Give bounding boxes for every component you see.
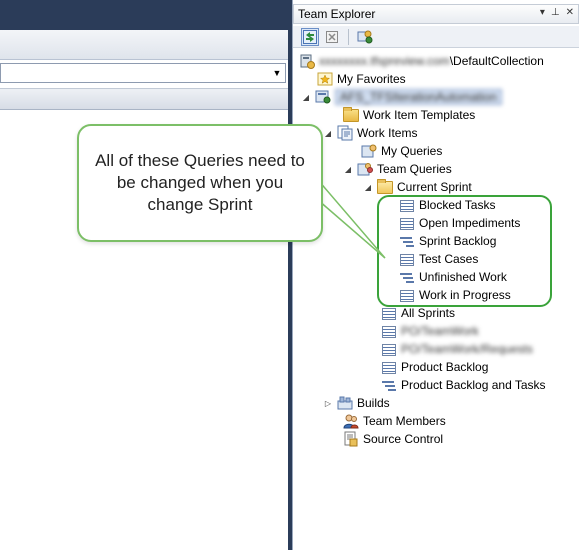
tree-node-server[interactable]: xxxxxxxx.tfspreview.com \DefaultCollecti…	[299, 52, 544, 70]
tree-label: My Queries	[381, 144, 443, 158]
star-icon	[317, 72, 333, 86]
tree-node-product-backlog[interactable]: Product Backlog	[381, 358, 488, 376]
tree-node-current-sprint[interactable]: ◢ Current Sprint	[363, 178, 472, 196]
editor-pane: ▼	[0, 0, 288, 550]
tree-node-my-queries[interactable]: My Queries	[361, 142, 442, 160]
builds-icon	[337, 396, 353, 410]
team-members-icon	[343, 414, 359, 429]
work-items-icon	[337, 125, 353, 141]
close-icon[interactable]: ✕	[566, 7, 574, 18]
connect-button[interactable]	[356, 28, 374, 46]
server-name-blurred: xxxxxxxx.tfspreview.com	[319, 54, 450, 68]
server-icon	[300, 54, 315, 69]
toolbar-separator	[348, 28, 349, 45]
callout-bubble: All of these Queries need to be changed …	[77, 124, 323, 242]
tree-node-builds[interactable]: ▷ Builds	[323, 394, 390, 412]
project-name-blurred: AFS_TFSIterationAutomation	[335, 89, 502, 105]
tree-node-work-items[interactable]: ◢ Work Items	[323, 124, 417, 142]
dropdown-icon[interactable]: ▾	[540, 7, 545, 18]
tree-query-icon	[382, 380, 396, 392]
tree-node-team-project[interactable]: ◢ AFS_TFSIterationAutomation	[301, 88, 502, 106]
panel-title: Team Explorer	[298, 7, 376, 21]
stop-button[interactable]	[323, 28, 341, 46]
chevron-down-icon[interactable]: ▼	[269, 64, 285, 82]
refresh-icon	[303, 29, 317, 44]
callout-text: All of these Queries need to be changed …	[95, 151, 305, 214]
editor-dark-strip	[0, 0, 288, 30]
team-queries-icon	[357, 163, 373, 176]
tree-node-blurred-query[interactable]: PO/TeamWork/Requests	[381, 340, 533, 358]
team-explorer-title-bar: Team Explorer ▾ ⊥ ✕	[293, 4, 579, 24]
source-control-icon	[344, 431, 358, 447]
collapse-arrow-icon[interactable]: ◢	[363, 183, 373, 192]
team-project-icon	[315, 90, 331, 104]
editor-tab-bar	[0, 30, 288, 60]
flat-query-icon	[382, 326, 396, 338]
pin-icon[interactable]: ⊥	[551, 7, 560, 18]
collapse-arrow-icon[interactable]: ◢	[323, 129, 333, 138]
collection-label: \DefaultCollection	[449, 54, 544, 68]
tree-node-team-queries[interactable]: ◢ Team Queries	[343, 160, 452, 178]
collapse-arrow-icon[interactable]: ◢	[301, 93, 311, 102]
folder-open-icon	[377, 178, 393, 194]
tree-label: Product Backlog	[401, 360, 489, 374]
editor-dropdown[interactable]: ▼	[0, 63, 286, 83]
tree-label: My Favorites	[337, 72, 406, 86]
tree-label: Team Members	[363, 414, 446, 428]
queries-highlight-ring	[377, 195, 552, 307]
folder-icon	[343, 106, 359, 122]
tree-label: Work Items	[357, 126, 418, 140]
tree-node-my-favorites[interactable]: My Favorites	[317, 70, 406, 88]
tree-label: All Sprints	[401, 306, 456, 320]
tree-label-blurred: PO/TeamWork	[401, 324, 479, 338]
tree-label-blurred: PO/TeamWork/Requests	[401, 342, 533, 356]
tree-node-work-item-templates[interactable]: Work Item Templates	[343, 106, 475, 124]
tree-label: Work Item Templates	[363, 108, 476, 122]
tree-label: Product Backlog and Tasks	[401, 378, 546, 392]
connect-team-project-icon	[357, 30, 373, 43]
tree-label: Source Control	[363, 432, 444, 446]
tree-node-product-backlog-tasks[interactable]: Product Backlog and Tasks	[381, 376, 546, 394]
refresh-button[interactable]	[301, 27, 319, 46]
tree-label: Current Sprint	[397, 180, 472, 194]
my-queries-icon	[361, 144, 377, 158]
flat-query-icon	[382, 344, 396, 356]
stop-icon	[326, 30, 338, 43]
flat-query-icon	[382, 308, 396, 320]
expand-arrow-icon[interactable]: ▷	[323, 399, 333, 408]
flat-query-icon	[382, 362, 396, 374]
tree-label: Team Queries	[377, 162, 452, 176]
tree-node-source-control[interactable]: Source Control	[343, 430, 443, 448]
tree-node-team-members[interactable]: Team Members	[343, 412, 446, 430]
tree-node-blurred-query[interactable]: PO/TeamWork	[381, 322, 479, 340]
editor-header-bar	[0, 88, 288, 110]
collapse-arrow-icon[interactable]: ◢	[343, 165, 353, 174]
team-explorer-toolbar	[293, 26, 579, 48]
tree-label: Builds	[357, 396, 390, 410]
